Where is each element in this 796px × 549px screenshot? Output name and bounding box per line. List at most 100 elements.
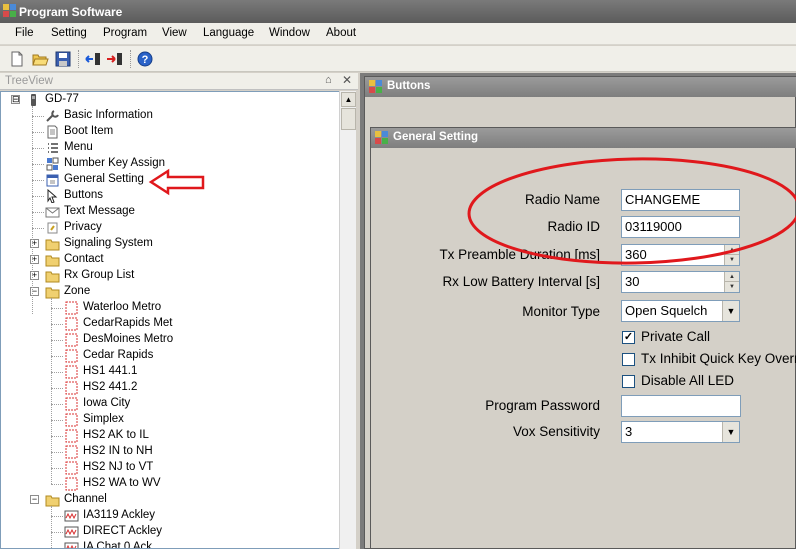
new-icon[interactable] (8, 50, 26, 68)
spin-down-icon[interactable]: ▼ (725, 255, 739, 265)
rx-low-battery-label: Rx Low Battery Interval [s] (442, 274, 600, 289)
spin-buttons[interactable]: ▲ ▼ (724, 272, 739, 292)
radio-name-label: Radio Name (524, 192, 600, 207)
zone-icon (64, 301, 79, 315)
menu-bar: File Setting Program View Language Windo… (0, 23, 796, 45)
save-icon[interactable] (54, 50, 72, 68)
zone-icon (64, 445, 79, 459)
tree-panel: TreeView ⌂ ✕ GD-77 ⊟ Basic Information Boot… (0, 73, 358, 549)
general-setting-caption: General Setting (371, 128, 796, 148)
tx-preamble-stepper[interactable]: 360 ▲ ▼ (621, 244, 740, 266)
spin-down-icon[interactable]: ▼ (725, 282, 739, 292)
tree-connector (51, 484, 63, 485)
tree-header-title: TreeView (5, 75, 53, 87)
radio-id-label: Radio ID (547, 219, 600, 234)
monitor-type-value: Open Squelch (625, 303, 708, 318)
tree-node-label: Text Message (64, 205, 135, 217)
rx-low-battery-value: 30 (625, 274, 640, 289)
chevron-down-icon[interactable]: ▼ (722, 422, 739, 442)
toolbar-separator (78, 50, 79, 68)
channel-icon (64, 509, 79, 523)
spin-up-icon[interactable]: ▲ (725, 245, 739, 255)
close-icon[interactable]: ✕ (342, 73, 352, 87)
menu-setting[interactable]: Setting (51, 27, 87, 39)
disable-led-label: Disable All LED (641, 373, 735, 388)
radio-name-input[interactable]: CHANGEME (621, 189, 740, 211)
tree-node-label: CedarRapids Met (83, 317, 173, 329)
menu-about[interactable]: About (326, 27, 356, 39)
private-call-checkbox[interactable]: ✓ (622, 331, 635, 344)
tree-view: GD-77 ⊟ Basic Information Boot Item Menu Numb… (0, 91, 340, 549)
zone-icon (64, 413, 79, 427)
tree-node-label: Number Key Assign (64, 157, 165, 169)
toolbar-separator (130, 50, 131, 68)
tree-connector (51, 404, 63, 405)
tree-connector (32, 228, 44, 229)
menu-view[interactable]: View (162, 27, 187, 39)
folder-icon (45, 253, 60, 267)
tx-preamble-label: Tx Preamble Duration [ms] (439, 247, 600, 262)
menu-file[interactable]: File (15, 27, 34, 39)
monitor-type-select[interactable]: Open Squelch ▼ (621, 300, 740, 322)
radio-id-input[interactable]: 03119000 (621, 216, 740, 238)
tree-connector (51, 506, 52, 548)
tree-node-label: Contact (64, 253, 104, 265)
zone-icon (64, 429, 79, 443)
tree-connector (51, 324, 63, 325)
settings-calendar-icon (45, 173, 60, 187)
zone-icon (64, 317, 79, 331)
tree-connector (51, 452, 63, 453)
folder-icon (45, 237, 60, 251)
tree-connector (51, 388, 63, 389)
scroll-thumb[interactable] (341, 108, 356, 130)
document-icon (45, 125, 60, 139)
tree-scrollbar[interactable]: ▲ (339, 91, 356, 549)
tree-node-label: Zone (64, 285, 91, 297)
tree-connector (32, 116, 44, 117)
collapse-icon[interactable]: ⊟ (11, 95, 20, 104)
spin-up-icon[interactable]: ▲ (725, 272, 739, 282)
folder-icon (45, 493, 60, 507)
program-password-label: Program Password (485, 398, 600, 413)
tree-node-label: Signaling System (64, 237, 153, 249)
spin-buttons[interactable]: ▲ ▼ (724, 245, 739, 265)
pin-icon[interactable]: ⌂ (325, 74, 332, 86)
tree-node-label: Boot Item (64, 125, 114, 137)
tree-connector (51, 298, 52, 484)
tree-node-label: HS2 WA to WV (83, 477, 161, 489)
tree-node-label: Basic Information (64, 109, 153, 121)
radio-icon (26, 93, 41, 107)
tree-node-label: Cedar Rapids (83, 349, 154, 361)
channel-icon (64, 541, 79, 548)
zone-icon (64, 381, 79, 395)
disable-led-checkbox[interactable] (622, 375, 635, 388)
menu-language[interactable]: Language (203, 27, 254, 39)
menu-window[interactable]: Window (269, 27, 310, 39)
keypad-icon (45, 157, 60, 171)
help-icon[interactable]: ? (136, 50, 154, 68)
open-icon[interactable] (31, 50, 49, 68)
tree-connector (32, 196, 44, 197)
zone-icon (64, 349, 79, 363)
menu-program[interactable]: Program (103, 27, 147, 39)
program-password-input[interactable] (621, 395, 741, 417)
chevron-down-icon[interactable]: ▼ (722, 301, 739, 321)
tree-connector (51, 308, 63, 309)
tree-connector (32, 180, 44, 181)
zone-icon (64, 333, 79, 347)
scroll-up-icon[interactable]: ▲ (341, 92, 356, 107)
tree-connector (32, 212, 44, 213)
read-radio-icon[interactable] (84, 50, 102, 68)
title-bar: Program Software (0, 0, 796, 23)
window-icon (369, 80, 382, 93)
write-radio-icon[interactable] (106, 50, 124, 68)
rx-low-battery-stepper[interactable]: 30 ▲ ▼ (621, 271, 740, 293)
collapse-icon[interactable]: − (30, 495, 39, 504)
tree-connector (51, 420, 63, 421)
tx-inhibit-checkbox[interactable] (622, 353, 635, 366)
tree-connector (51, 340, 63, 341)
tree-connector (32, 148, 44, 149)
buttons-window-caption: Buttons (365, 77, 796, 97)
vox-sensitivity-select[interactable]: 3 ▼ (621, 421, 740, 443)
cursor-icon (45, 188, 60, 204)
